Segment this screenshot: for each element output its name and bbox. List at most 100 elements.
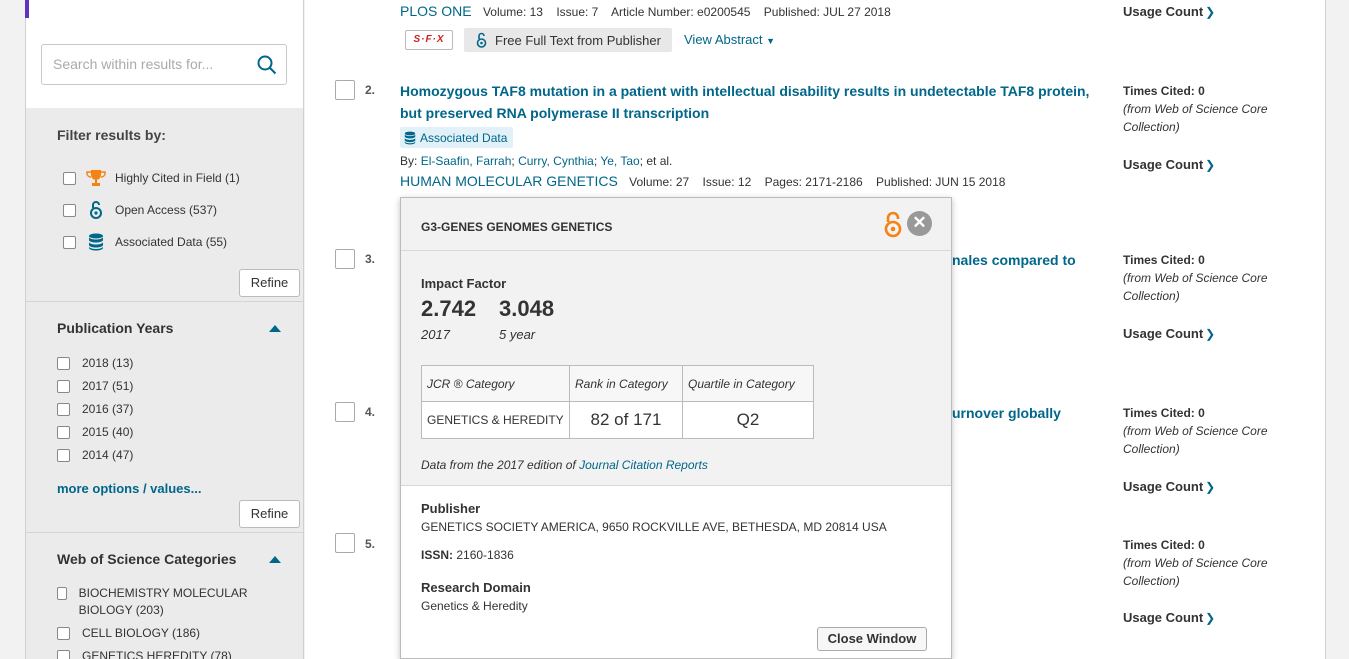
table-cell: 82 of 171 [569,401,683,439]
checkbox[interactable] [57,650,70,659]
open-access-icon [476,32,487,48]
times-cited-note: (from Web of Science Core Collection) [1123,556,1268,588]
caret-down-icon: ▼ [766,36,776,46]
collapse-caret-icon[interactable] [269,556,281,563]
times-cited: Times Cited: 0 (from Web of Science Core … [1123,82,1293,136]
times-cited-label: Times Cited: 0 [1123,253,1205,267]
refine-button[interactable]: Refine [239,269,300,297]
record-checkbox[interactable] [335,249,355,269]
year-option[interactable]: 2014 (47) [57,448,133,462]
category-option[interactable]: CELL BIOLOGY (186) [57,625,200,642]
search-icon[interactable] [257,55,277,75]
free-full-text-button[interactable]: Free Full Text from Publisher [464,28,672,52]
category-option[interactable]: GENETICS HEREDITY (78) [57,648,232,659]
record-2-source: HUMAN MOLECULAR GENETICS Volume: 27 Issu… [400,173,1005,189]
filter-open-access[interactable]: Open Access (537) [63,200,217,220]
times-cited: Times Cited: 0 (from Web of Science Core … [1123,404,1293,458]
checkbox[interactable] [57,448,70,462]
close-icon[interactable]: ✕ [907,211,932,236]
year-option[interactable]: 2018 (13) [57,356,133,370]
year-option[interactable]: 2017 (51) [57,379,133,393]
database-icon [404,131,416,144]
journal-link[interactable]: PLOS ONE [400,3,472,19]
usage-label: Usage Count [1123,157,1204,172]
right-margin [1325,0,1349,659]
popup-journal-title: G3-GENES GENOMES GENETICS [421,220,613,234]
times-cited-label: Times Cited: 0 [1123,538,1205,552]
impact-factor-year: 2017 [421,327,450,342]
record-title-link[interactable]: nales compared to [952,249,1092,271]
checkbox[interactable] [57,379,70,393]
record-number: 4. [365,405,376,419]
publisher-label: Publisher [421,501,481,516]
research-domain-label: Research Domain [421,580,531,595]
refine-button[interactable]: Refine [239,500,300,528]
usage-count-toggle[interactable]: Usage Count ❯ [1123,326,1215,341]
usage-count-toggle[interactable]: Usage Count ❯ [1123,479,1215,494]
record-checkbox[interactable] [335,533,355,553]
category-label: BIOCHEMISTRY MOLECULAR BIOLOGY (203) [78,586,248,617]
filter-label: Highly Cited in Field (1) [115,171,240,185]
record-title-link[interactable]: Homozygous TAF8 mutation in a patient wi… [400,80,1090,124]
record-number: 5. [365,537,376,551]
usage-count-toggle[interactable]: Usage Count ❯ [1123,157,1215,172]
pages: Pages: 2171-2186 [764,175,863,189]
chevron-down-icon: ❯ [1205,611,1216,625]
collapse-caret-icon[interactable] [269,325,281,332]
chevron-down-icon: ❯ [1205,5,1216,19]
record-checkbox[interactable] [335,402,355,422]
table-header: JCR ® Category [421,365,570,402]
times-cited-label: Times Cited: 0 [1123,84,1205,98]
data-source-note: Data from the 2017 edition of Journal Ci… [421,458,708,472]
checkbox[interactable] [63,171,76,185]
jcr-link[interactable]: Journal Citation Reports [579,458,708,472]
more-options-link[interactable]: more options / values... [57,481,201,496]
times-cited-label: Times Cited: 0 [1123,406,1205,420]
view-abstract-label: View Abstract [684,32,763,47]
close-window-button[interactable]: Close Window [817,627,927,651]
checkbox[interactable] [57,587,67,600]
usage-label: Usage Count [1123,326,1204,341]
author-link[interactable]: Curry, Cynthia [518,154,594,168]
issue: Issue: 7 [556,5,599,19]
sidebar: Filter results by: Highly Cited in Field… [25,0,304,659]
times-cited: Times Cited: 0 (from Web of Science Core … [1123,251,1293,305]
checkbox[interactable] [57,356,70,370]
checkbox[interactable] [57,425,70,439]
checkbox[interactable] [57,402,70,416]
chevron-down-icon: ❯ [1205,480,1216,494]
usage-count-toggle[interactable]: Usage Count ❯ [1123,4,1215,19]
usage-count-toggle[interactable]: Usage Count ❯ [1123,610,1215,625]
checkbox[interactable] [57,627,70,640]
associated-data-badge[interactable]: Associated Data [400,127,514,148]
popup-header: G3-GENES GENOMES GENETICS ✕ [401,198,951,251]
category-option[interactable]: BIOCHEMISTRY MOLECULAR BIOLOGY (203) [57,585,257,619]
publisher-value: GENETICS SOCIETY AMERICA, 9650 ROCKVILLE… [421,520,887,534]
checkbox[interactable] [63,203,76,217]
year-label: 2016 (37) [82,402,134,416]
jcr-category-table: JCR ® Category Rank in Category Quartile… [421,365,814,439]
search-within-input[interactable] [53,56,243,72]
chevron-down-icon: ❯ [1205,327,1216,341]
divider [26,532,303,533]
record-checkbox[interactable] [335,80,355,100]
et-al: ; et al. [639,154,673,168]
times-cited: Times Cited: 0 (from Web of Science Core … [1123,536,1293,590]
filter-highly-cited[interactable]: Highly Cited in Field (1) [63,168,240,188]
view-abstract-link[interactable]: View Abstract ▼ [684,32,775,47]
badge-label: Associated Data [420,130,508,145]
by-label: By: [400,154,418,168]
author-link[interactable]: El-Saafin, Farrah [421,154,512,168]
record-title-link[interactable]: urnover globally [952,402,1092,424]
author-link[interactable]: Ye, Tao [600,154,639,168]
popup-details: Publisher GENETICS SOCIETY AMERICA, 9650… [401,485,951,658]
year-option[interactable]: 2016 (37) [57,402,133,416]
sfx-button[interactable]: S·F·X [405,30,453,50]
filter-associated-data[interactable]: Associated Data (55) [63,232,227,252]
volume: Volume: 27 [629,175,690,189]
journal-link[interactable]: HUMAN MOLECULAR GENETICS [400,173,618,189]
search-within-box[interactable] [41,44,287,85]
year-option[interactable]: 2015 (40) [57,425,133,439]
checkbox[interactable] [63,235,76,249]
accent-bar [25,0,29,18]
